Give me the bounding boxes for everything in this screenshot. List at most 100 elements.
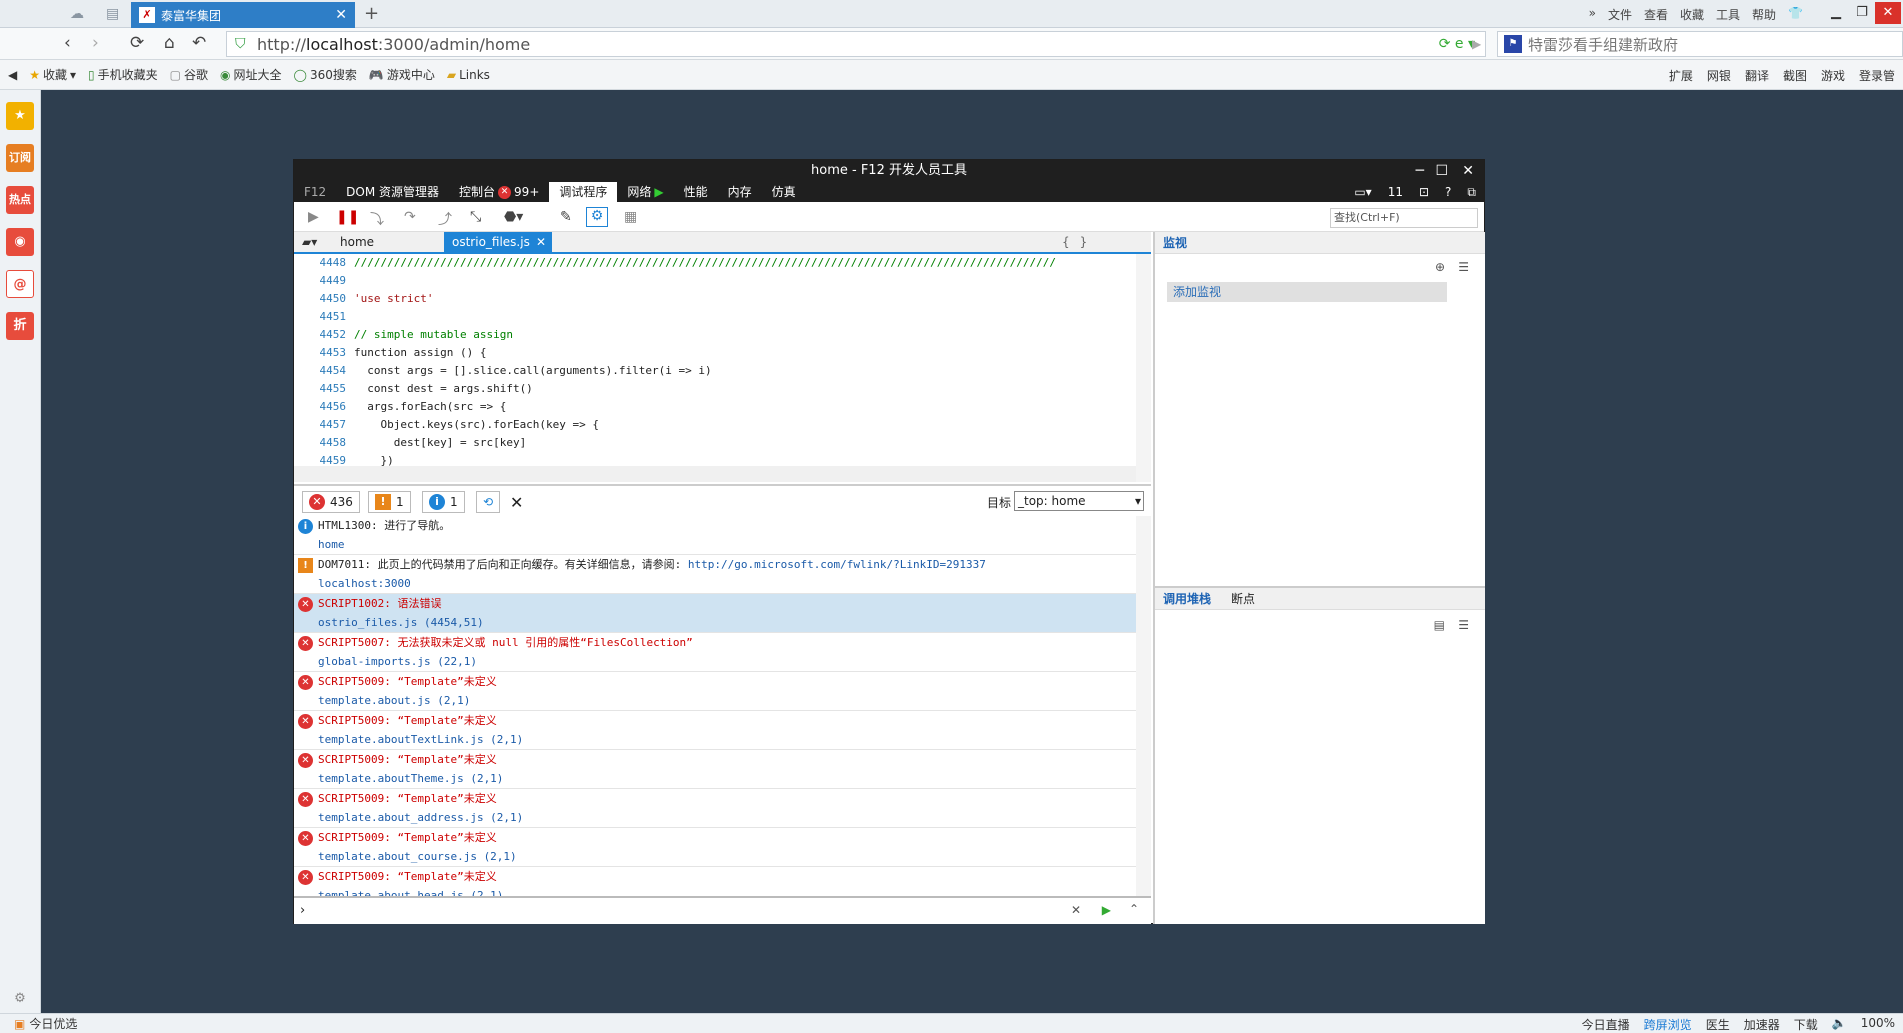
code-line[interactable]: 4451 [294, 308, 1151, 326]
clear-console-icon[interactable]: ✕ [504, 491, 529, 513]
open-document-icon[interactable]: ▰▾ [294, 232, 326, 252]
step-out-icon[interactable]: ⤴ [438, 209, 452, 229]
message-source-link[interactable]: template.about_address.js (2,1) [318, 808, 1136, 827]
tab-emulation[interactable]: 仿真 [762, 182, 806, 202]
tab-console[interactable]: 控制台 ✕ 99+ [449, 182, 549, 202]
extensions-button[interactable]: 扩展 [1669, 67, 1693, 84]
watch-title[interactable]: 监视 [1163, 234, 1187, 251]
code-line[interactable]: 4450'use strict' [294, 290, 1151, 308]
devtools-close-button[interactable]: ✕ [1462, 160, 1474, 182]
target-select[interactable]: _top: home ▾ [1014, 491, 1144, 511]
code-line[interactable]: 4449 [294, 272, 1151, 290]
go-icon[interactable]: ▶ [1472, 37, 1481, 51]
watch-options-icon[interactable]: ☰ [1458, 260, 1469, 274]
line-number[interactable]: 4455 [294, 380, 354, 398]
message-source-link[interactable]: template.about_course.js (2,1) [318, 847, 1136, 866]
document-mode-value[interactable]: 11 [1388, 185, 1403, 199]
netbank-button[interactable]: 网银 [1707, 67, 1731, 84]
top-menu-favorites[interactable]: 收藏 [1680, 6, 1704, 23]
code-line[interactable]: 4448////////////////////////////////////… [294, 254, 1151, 272]
minimize-button[interactable]: ▁ [1823, 2, 1849, 24]
run-script-icon[interactable]: ▶ [1102, 903, 1111, 917]
top-menu-more[interactable]: » [1589, 6, 1596, 23]
break-icon[interactable]: ❚❚ [336, 209, 359, 225]
line-number[interactable]: 4448 [294, 254, 354, 272]
add-watch-icon[interactable]: ⊕ [1435, 260, 1445, 274]
browser-tab[interactable]: ✗ 泰富华集团 ✕ [131, 2, 355, 28]
breakpoint-toggle-icon[interactable]: ▦ [624, 209, 637, 225]
line-number[interactable]: 4450 [294, 290, 354, 308]
tab-memory[interactable]: 内存 [718, 182, 762, 202]
console-message[interactable]: i HTML1300: 进行了导航。 home [294, 516, 1136, 555]
code-vertical-scrollbar[interactable] [1136, 254, 1151, 482]
line-number[interactable]: 4451 [294, 308, 354, 326]
tab-performance[interactable]: 性能 [674, 182, 718, 202]
filter-info-button[interactable]: i1 [422, 491, 465, 513]
expand-input-icon[interactable]: ⌃ [1129, 902, 1139, 916]
refresh-icon[interactable]: ⟳ [130, 33, 144, 53]
top-menu-help[interactable]: 帮助 [1752, 6, 1776, 23]
bookmark-favorites[interactable]: ★ 收藏 ▾ [29, 66, 76, 83]
message-source-link[interactable]: template.aboutTextLink.js (2,1) [318, 730, 1136, 749]
back-button[interactable]: ‹ [64, 33, 71, 53]
exception-behavior-icon[interactable]: ⬣▾ [504, 209, 523, 225]
bookmark-games[interactable]: 🎮 游戏中心 [369, 66, 435, 83]
url-input[interactable]: ⛉ http://localhost:3000/admin/home ⟳ e ▾ [226, 31, 1486, 57]
discount-icon[interactable]: 折 [6, 312, 34, 340]
message-source-link[interactable]: ostrio_files.js (4454,51) [318, 613, 1136, 632]
bookmark-links[interactable]: ▰ Links [447, 68, 490, 82]
line-number[interactable]: 4456 [294, 398, 354, 416]
status-doctor[interactable]: 医生 [1706, 1016, 1730, 1033]
status-today-picks[interactable]: 今日优选 [29, 1015, 77, 1032]
favorites-star-icon[interactable]: ★ [6, 102, 34, 130]
top-menu-tools[interactable]: 工具 [1716, 6, 1740, 23]
tab-debugger[interactable]: 调试程序 [549, 182, 618, 202]
line-number[interactable]: 4449 [294, 272, 354, 290]
close-file-tab-icon[interactable]: ✕ [536, 232, 546, 252]
console-message[interactable]: ! DOM7011: 此页上的代码禁用了后向和正向缓存。有关详细信息，请参阅: h… [294, 555, 1136, 594]
code-line[interactable]: 4456 args.forEach(src => { [294, 398, 1151, 416]
login-button[interactable]: 登录管 [1859, 67, 1895, 84]
message-source-link[interactable]: template.about_head.js (2,1) [318, 886, 1136, 896]
page-icon[interactable]: ▤ [106, 6, 119, 22]
search-engine-icon[interactable]: ⚑ [1504, 35, 1522, 53]
sidebar-hot[interactable]: 热点 [6, 186, 34, 214]
console-message[interactable]: ✕ SCRIPT5009: “Template”未定义 template.about… [294, 711, 1136, 750]
status-live[interactable]: 今日直播 [1582, 1016, 1630, 1033]
disconnect-icon[interactable]: ✎ [560, 209, 572, 225]
console-message[interactable]: ✕ SCRIPT5009: “Template”未定义 template.about… [294, 789, 1136, 828]
pretty-print-icons[interactable]: {}⇆⊡⊘ [1054, 232, 1151, 269]
search-input[interactable]: ⚑ 特雷莎看手组建新政府 [1497, 31, 1903, 57]
console-message[interactable]: ✕ SCRIPT5009: “Template”未定义 template.about… [294, 672, 1136, 711]
filter-warnings-button[interactable]: ! 1 [368, 491, 411, 513]
console-scrollbar[interactable] [1136, 516, 1151, 896]
show-frames-icon[interactable]: ▤ [1434, 618, 1445, 632]
console-toggle-icon[interactable]: ⊡ [1419, 185, 1429, 199]
code-line[interactable]: 4458 dest[key] = src[key] [294, 434, 1151, 452]
new-tab-button[interactable]: + [364, 3, 379, 24]
just-my-code-icon[interactable]: ⚙ [586, 207, 608, 227]
message-source-link[interactable]: template.about.js (2,1) [318, 691, 1136, 710]
tab-breakpoints[interactable]: 断点 [1231, 590, 1255, 607]
message-source-link[interactable]: template.aboutTheme.js (2,1) [318, 769, 1136, 788]
console-output[interactable]: i HTML1300: 进行了导航。 home! DOM7011: 此页上的代码禁用了… [294, 516, 1136, 896]
screenshot-button[interactable]: 截图 [1783, 67, 1807, 84]
sidebar-subscribe[interactable]: 订阅 [6, 144, 34, 172]
console-message[interactable]: ✕ SCRIPT5009: “Template”未定义 template.about… [294, 828, 1136, 867]
break-on-new-worker-icon[interactable]: ⤡ [470, 209, 481, 225]
continue-icon[interactable]: ▶ [308, 209, 319, 225]
undock-icon[interactable]: ⧉ [1467, 185, 1476, 200]
message-source-link[interactable]: global-imports.js (22,1) [318, 652, 1136, 671]
bookmark-sites[interactable]: ◉ 网址大全 [220, 66, 282, 83]
bookmark-mobile[interactable]: ▯ 手机收藏夹 [88, 66, 158, 83]
status-accelerator[interactable]: 加速器 [1744, 1016, 1780, 1033]
bookmark-360search[interactable]: ◯ 360搜索 [294, 66, 357, 83]
line-number[interactable]: 4457 [294, 416, 354, 434]
weibo-icon[interactable]: ◉ [6, 228, 34, 256]
clear-on-navigate-icon[interactable]: ⟲ [476, 491, 501, 513]
cloud-icon[interactable]: ☁ [70, 6, 84, 22]
console-message[interactable]: ✕ SCRIPT5009: “Template”未定义 template.about… [294, 867, 1136, 896]
mail-icon[interactable]: @ [6, 270, 34, 298]
tab-f12[interactable]: F12 [294, 182, 336, 202]
tab-dom-explorer[interactable]: DOM 资源管理器 [336, 182, 449, 202]
